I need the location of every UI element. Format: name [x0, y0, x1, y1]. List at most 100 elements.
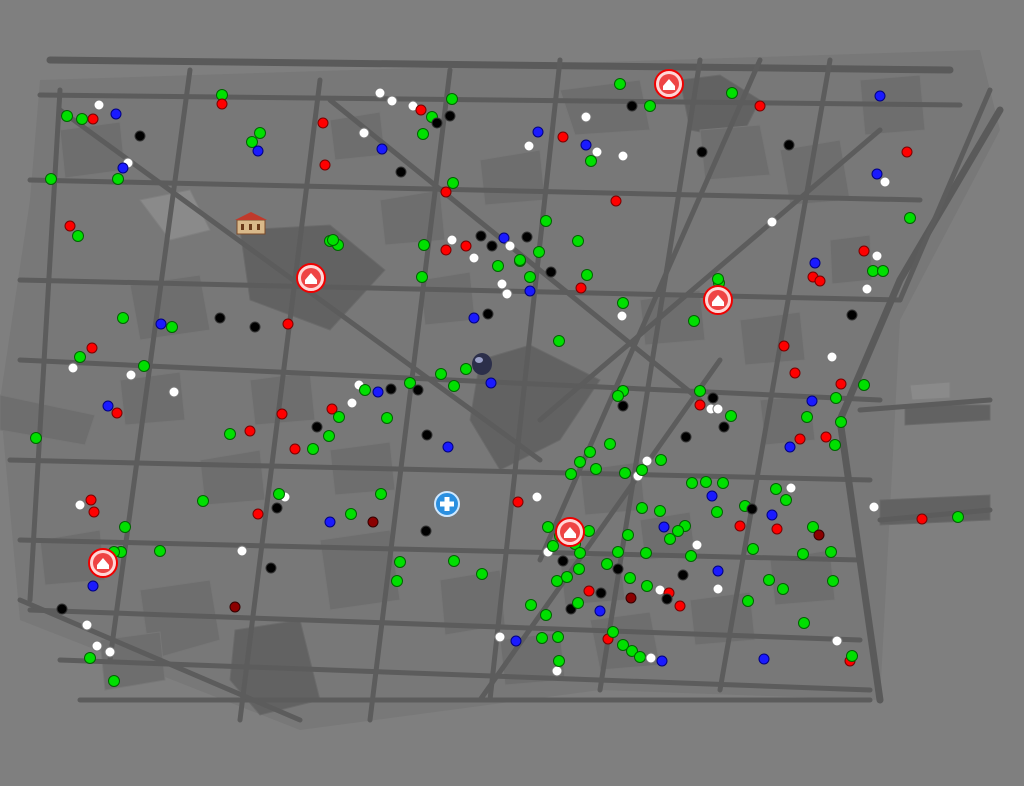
black-marker[interactable] — [421, 429, 433, 441]
red-marker[interactable] — [244, 425, 256, 437]
green-marker[interactable] — [636, 502, 648, 514]
house-icon[interactable] — [703, 285, 733, 315]
green-marker[interactable] — [700, 476, 712, 488]
black-marker[interactable] — [612, 563, 624, 575]
blue-marker[interactable] — [468, 312, 480, 324]
green-marker[interactable] — [636, 464, 648, 476]
green-marker[interactable] — [612, 390, 624, 402]
red-marker[interactable] — [610, 195, 622, 207]
green-marker[interactable] — [540, 609, 552, 621]
green-marker[interactable] — [391, 575, 403, 587]
blue-marker[interactable] — [485, 377, 497, 389]
green-marker[interactable] — [572, 597, 584, 609]
black-marker[interactable] — [661, 593, 673, 605]
green-marker[interactable] — [711, 506, 723, 518]
black-marker[interactable] — [134, 130, 146, 142]
white-marker[interactable] — [168, 386, 180, 398]
green-marker[interactable] — [572, 235, 584, 247]
green-marker[interactable] — [904, 212, 916, 224]
red-marker[interactable] — [814, 275, 826, 287]
city-map-view[interactable] — [0, 0, 1024, 786]
green-marker[interactable] — [553, 655, 565, 667]
green-marker[interactable] — [725, 410, 737, 422]
blue-marker[interactable] — [874, 90, 886, 102]
red-marker[interactable] — [694, 399, 706, 411]
green-marker[interactable] — [416, 271, 428, 283]
blue-marker[interactable] — [117, 162, 129, 174]
white-marker[interactable] — [551, 665, 563, 677]
green-marker[interactable] — [717, 477, 729, 489]
black-marker[interactable] — [521, 231, 533, 243]
black-marker[interactable] — [696, 146, 708, 158]
green-marker[interactable] — [644, 100, 656, 112]
green-marker[interactable] — [798, 617, 810, 629]
house-icon[interactable] — [555, 517, 585, 547]
red-marker[interactable] — [86, 342, 98, 354]
green-marker[interactable] — [952, 511, 964, 523]
police-helmet-icon[interactable] — [472, 353, 492, 375]
green-marker[interactable] — [547, 540, 559, 552]
black-marker[interactable] — [545, 266, 557, 278]
blue-marker[interactable] — [155, 318, 167, 330]
blue-marker[interactable] — [758, 653, 770, 665]
house-icon[interactable] — [654, 69, 684, 99]
white-marker[interactable] — [785, 482, 797, 494]
blue-marker[interactable] — [510, 635, 522, 647]
black-marker[interactable] — [617, 400, 629, 412]
green-marker[interactable] — [641, 580, 653, 592]
white-marker[interactable] — [501, 288, 513, 300]
red-marker[interactable] — [754, 100, 766, 112]
green-marker[interactable] — [780, 494, 792, 506]
green-marker[interactable] — [640, 547, 652, 559]
white-marker[interactable] — [712, 583, 724, 595]
green-marker[interactable] — [381, 412, 393, 424]
green-marker[interactable] — [686, 477, 698, 489]
green-marker[interactable] — [476, 568, 488, 580]
green-marker[interactable] — [61, 110, 73, 122]
white-marker[interactable] — [591, 146, 603, 158]
green-marker[interactable] — [435, 368, 447, 380]
green-marker[interactable] — [770, 483, 782, 495]
white-marker[interactable] — [91, 640, 103, 652]
green-marker[interactable] — [747, 543, 759, 555]
green-marker[interactable] — [624, 572, 636, 584]
green-marker[interactable] — [273, 488, 285, 500]
red-marker[interactable] — [415, 104, 427, 116]
white-marker[interactable] — [531, 491, 543, 503]
green-marker[interactable] — [323, 430, 335, 442]
red-marker[interactable] — [575, 282, 587, 294]
blue-marker[interactable] — [806, 395, 818, 407]
green-marker[interactable] — [394, 556, 406, 568]
green-marker[interactable] — [72, 230, 84, 242]
white-marker[interactable] — [496, 278, 508, 290]
green-marker[interactable] — [551, 575, 563, 587]
blue-marker[interactable] — [376, 143, 388, 155]
green-marker[interactable] — [307, 443, 319, 455]
black-marker[interactable] — [783, 139, 795, 151]
green-marker[interactable] — [246, 136, 258, 148]
green-marker[interactable] — [112, 173, 124, 185]
green-marker[interactable] — [108, 675, 120, 687]
green-marker[interactable] — [688, 315, 700, 327]
green-marker[interactable] — [327, 234, 339, 246]
white-marker[interactable] — [691, 539, 703, 551]
green-marker[interactable] — [166, 321, 178, 333]
green-marker[interactable] — [685, 550, 697, 562]
green-marker[interactable] — [617, 297, 629, 309]
green-marker[interactable] — [614, 78, 626, 90]
dark-red-marker[interactable] — [229, 601, 241, 613]
red-marker[interactable] — [276, 408, 288, 420]
red-marker[interactable] — [916, 513, 928, 525]
black-marker[interactable] — [271, 502, 283, 514]
white-marker[interactable] — [494, 631, 506, 643]
green-marker[interactable] — [448, 555, 460, 567]
blue-marker[interactable] — [324, 516, 336, 528]
black-marker[interactable] — [707, 392, 719, 404]
white-marker[interactable] — [446, 234, 458, 246]
black-marker[interactable] — [486, 240, 498, 252]
green-marker[interactable] — [542, 521, 554, 533]
green-marker[interactable] — [74, 351, 86, 363]
green-marker[interactable] — [619, 467, 631, 479]
blue-marker[interactable] — [372, 386, 384, 398]
blue-marker[interactable] — [594, 605, 606, 617]
